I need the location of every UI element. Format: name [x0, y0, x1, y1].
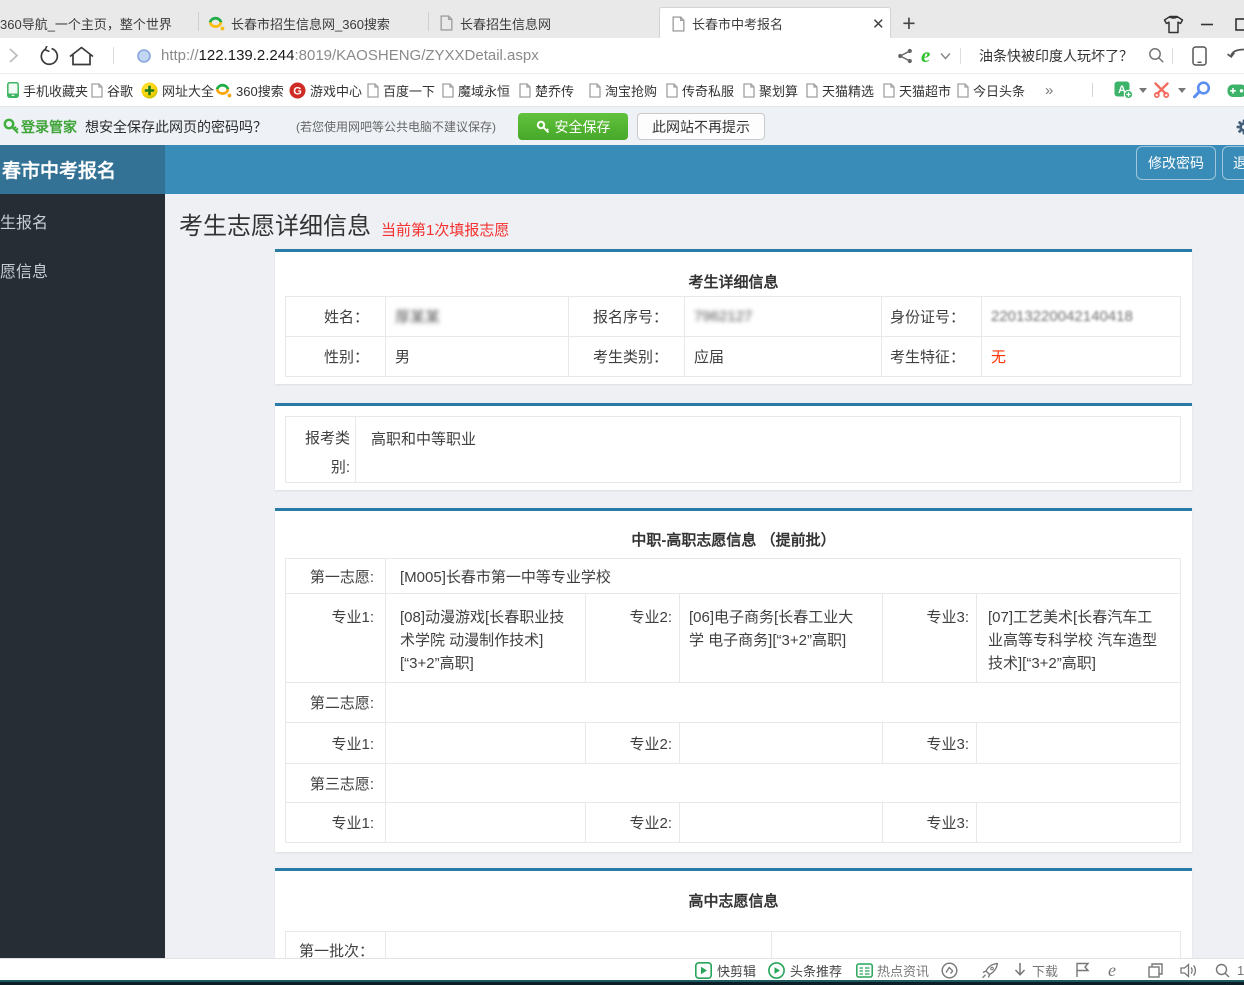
svg-text:G: G	[293, 85, 302, 97]
